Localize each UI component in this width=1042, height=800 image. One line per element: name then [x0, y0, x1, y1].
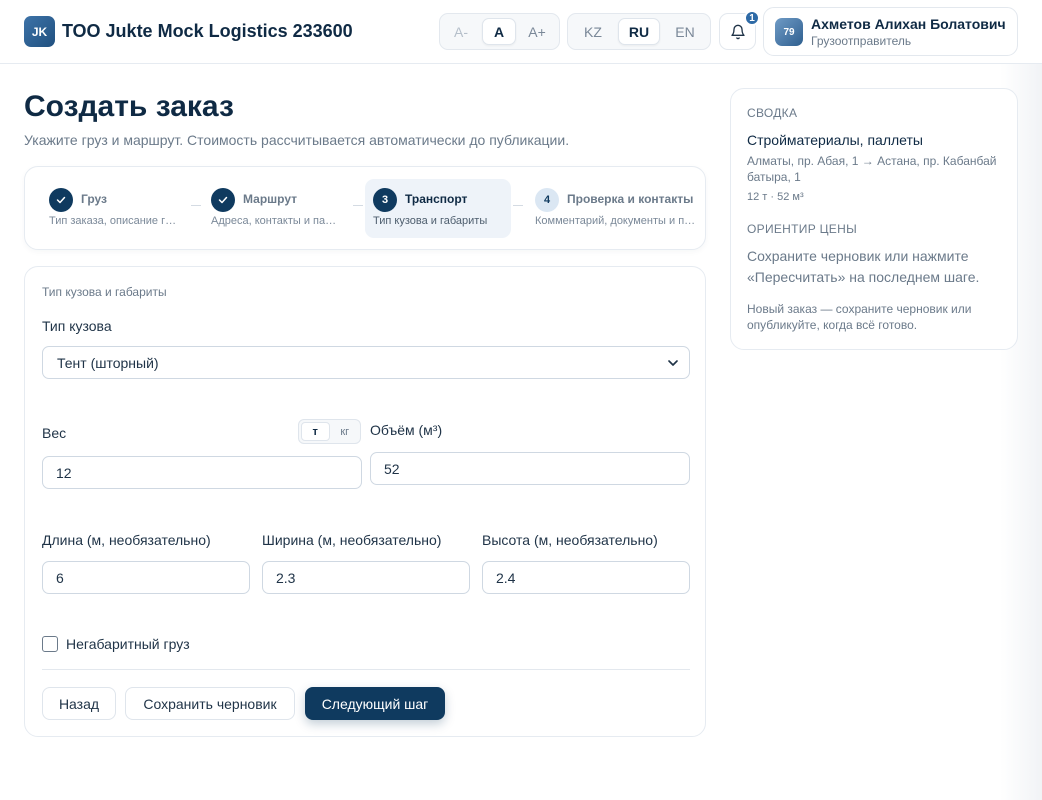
oversize-label: Негабаритный груз — [66, 636, 190, 652]
width-input[interactable]: 2.3 — [262, 561, 470, 594]
height-label: Высота (м, необязательно) — [482, 532, 658, 548]
language-ru[interactable]: RU — [618, 18, 660, 45]
step-cargo[interactable]: Груз Тип заказа, описание груза — [41, 179, 181, 238]
length-label: Длина (м, необязательно) — [42, 532, 211, 548]
weight-unit-tons[interactable]: т — [301, 422, 330, 441]
step-separator — [513, 205, 523, 206]
step-separator — [191, 205, 201, 206]
step-title: Маршрут — [243, 192, 298, 206]
user-role: Грузоотправитель — [811, 34, 912, 48]
language-en[interactable]: EN — [664, 18, 706, 45]
font-size-decrease[interactable]: A- — [444, 18, 478, 45]
form-divider — [42, 669, 690, 670]
top-bar: JK ТОО Jukte Mock Logistics 233600 A- A … — [0, 0, 1042, 64]
body-type-select[interactable]: Тент (шторный) — [42, 346, 690, 379]
step-separator — [353, 205, 363, 206]
width-label: Ширина (м, необязательно) — [262, 532, 442, 548]
step-number: 4 — [535, 188, 559, 212]
step-description: Тип кузова и габариты — [373, 215, 488, 227]
volume-input[interactable]: 52 — [370, 452, 690, 485]
user-name: Ахметов Алихан Болатович — [811, 16, 1006, 32]
company-logo: JK — [24, 16, 55, 47]
step-description: Тип заказа, описание груза — [49, 215, 179, 227]
user-menu[interactable]: 79 Ахметов Алихан Болатович Грузоотправи… — [763, 7, 1018, 56]
step-title: Транспорт — [405, 192, 468, 206]
length-input[interactable]: 6 — [42, 561, 250, 594]
price-heading: ОРИЕНТИР ЦЕНЫ — [747, 222, 857, 236]
notifications-badge: 1 — [744, 10, 760, 26]
volume-label: Объём (м³) — [370, 422, 443, 438]
order-summary: СВОДКА Стройматериалы, паллеты Алматы, п… — [730, 88, 1018, 350]
page-title: Создать заказ — [24, 90, 234, 123]
language-switcher: KZ RU EN — [567, 13, 711, 50]
next-step-button[interactable]: Следующий шаг — [305, 687, 445, 720]
bell-icon — [730, 24, 745, 39]
step-review[interactable]: 4 Проверка и контакты Комментарий, докум… — [527, 179, 699, 238]
back-button[interactable]: Назад — [42, 687, 116, 720]
weight-unit-kg[interactable]: кг — [332, 422, 359, 441]
height-input[interactable]: 2.4 — [482, 561, 690, 594]
summary-params: 12 т · 52 м³ — [747, 191, 804, 203]
transport-form: Тип кузова и габариты Тип кузова Тент (ш… — [24, 266, 706, 737]
weight-unit-toggle: т кг — [298, 419, 361, 444]
font-size-normal[interactable]: A — [482, 18, 516, 45]
language-kz[interactable]: KZ — [572, 18, 614, 45]
oversize-checkbox[interactable] — [42, 636, 58, 652]
summary-route: Алматы, пр. Абая, 1 → Астана, пр. Кабанб… — [747, 154, 997, 184]
step-route[interactable]: Маршрут Адреса, контакты и параметры — [203, 179, 343, 238]
check-icon — [211, 188, 235, 212]
chevron-down-icon — [668, 360, 678, 366]
body-type-label: Тип кузова — [42, 318, 112, 334]
summary-note: Новый заказ — сохраните черновик или опу… — [747, 302, 972, 332]
stepper: Груз Тип заказа, описание груза Маршрут … — [24, 166, 706, 250]
price-text: Сохраните черновик или нажмите «Пересчит… — [747, 248, 980, 285]
step-transport[interactable]: 3 Транспорт Тип кузова и габариты — [365, 179, 511, 238]
step-description: Комментарий, документы и публикация — [535, 215, 697, 227]
step-title: Груз — [81, 192, 107, 206]
step-description: Адреса, контакты и параметры — [211, 215, 341, 227]
font-size-increase[interactable]: A+ — [520, 18, 554, 45]
summary-cargo: Стройматериалы, паллеты — [747, 132, 923, 148]
step-number: 3 — [373, 188, 397, 212]
notifications-button[interactable]: 1 — [719, 10, 760, 50]
body-type-value: Тент (шторный) — [57, 354, 159, 371]
page-subtitle: Укажите груз и маршрут. Стоимость рассчи… — [24, 132, 570, 148]
form-caption: Тип кузова и габариты — [42, 285, 167, 299]
avatar: 79 — [775, 18, 803, 46]
weight-label: Вес — [42, 425, 67, 441]
check-icon — [49, 188, 73, 212]
summary-heading: СВОДКА — [747, 106, 798, 120]
step-title: Проверка и контакты — [567, 192, 694, 206]
weight-input[interactable]: 12 — [42, 456, 362, 489]
company-name: ТОО Jukte Mock Logistics 233600 — [62, 21, 353, 41]
font-size-switcher: A- A A+ — [439, 13, 560, 50]
save-draft-button[interactable]: Сохранить черновик — [125, 687, 295, 720]
